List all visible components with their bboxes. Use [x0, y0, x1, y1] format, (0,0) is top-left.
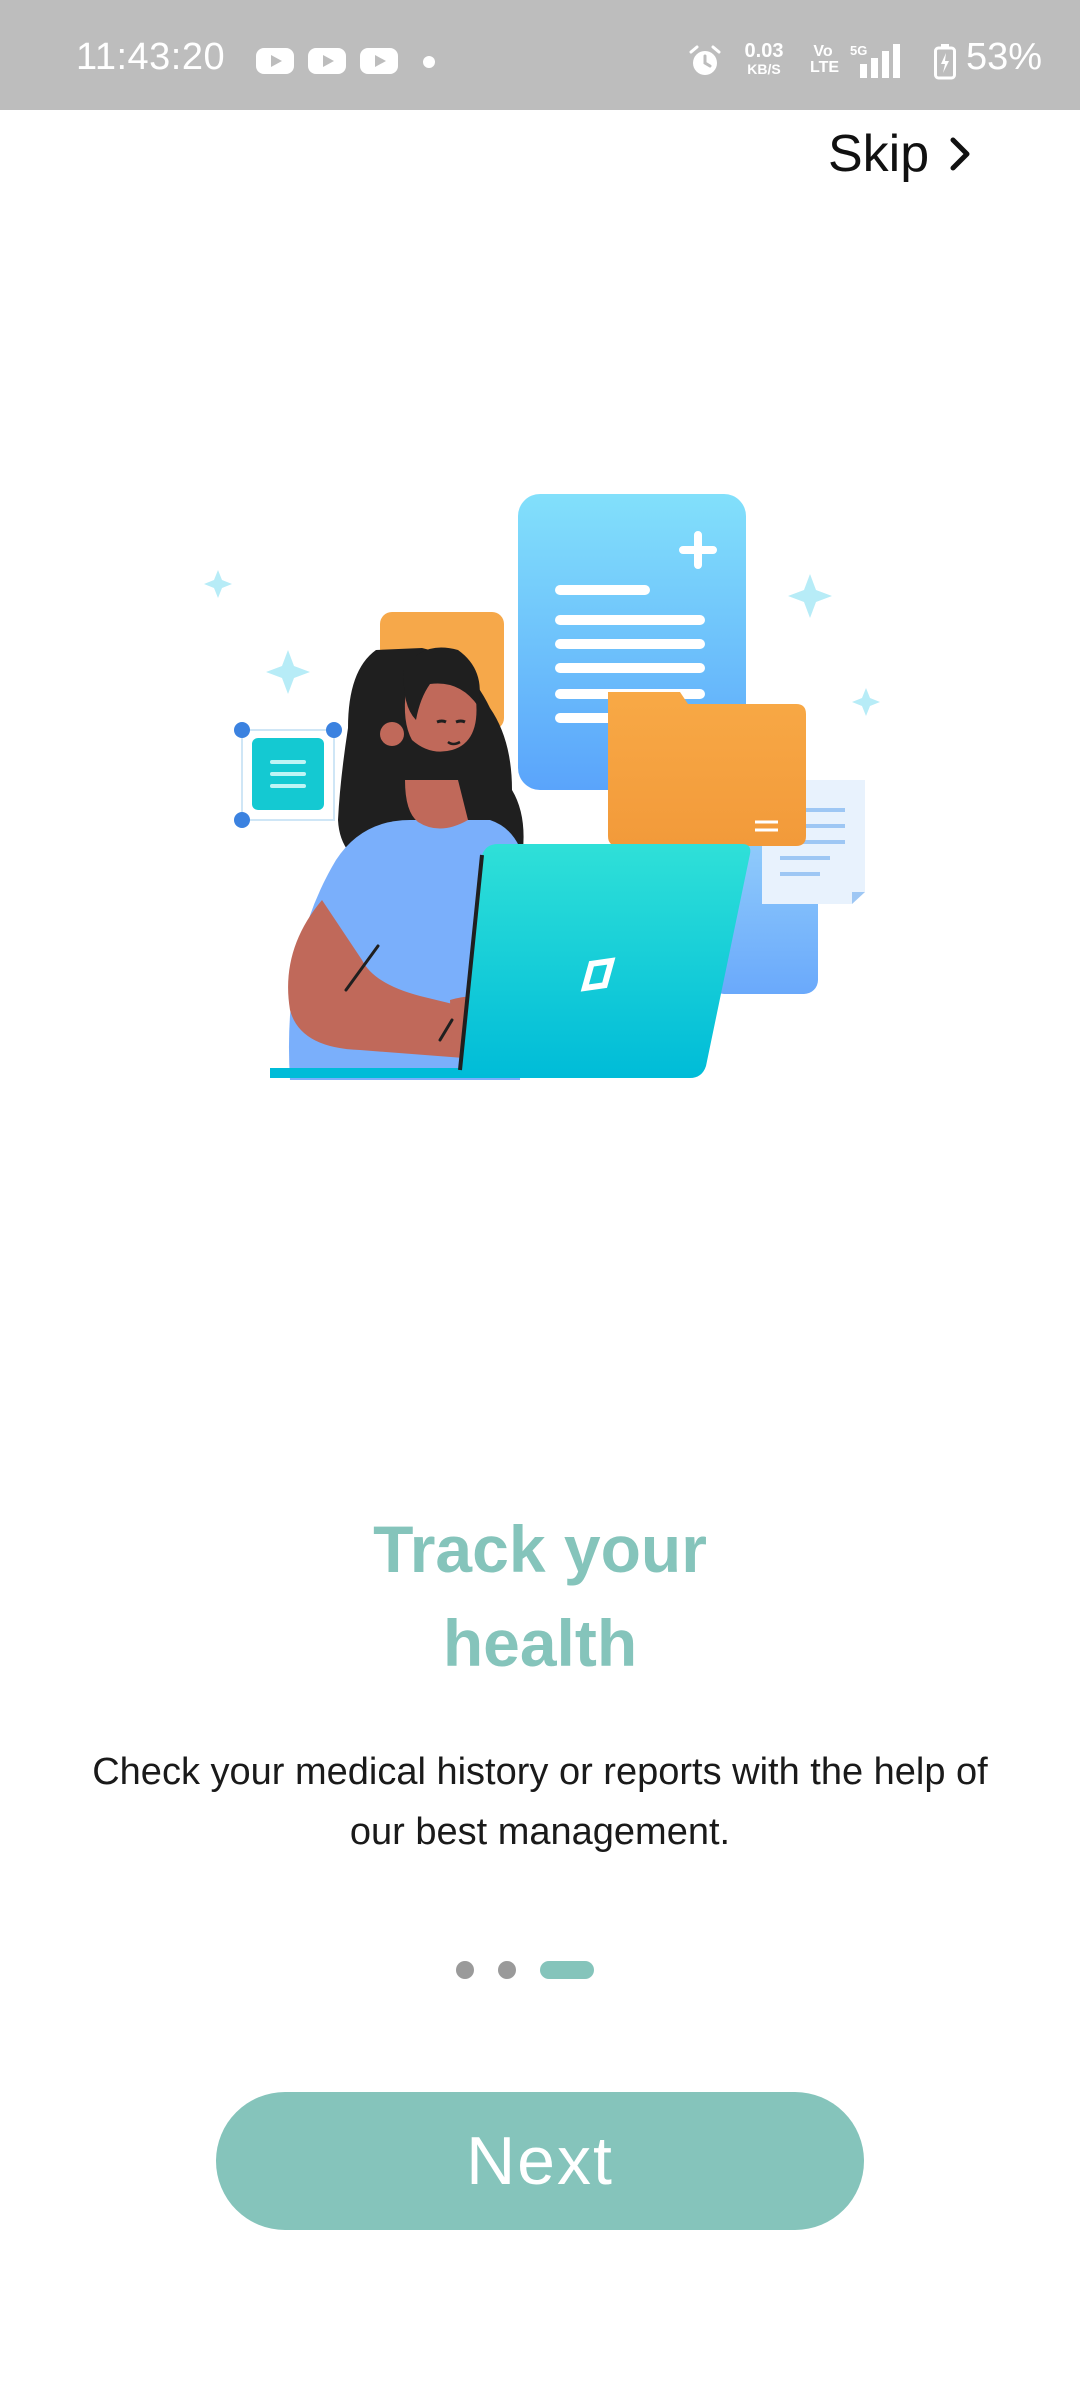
skip-button[interactable]: Skip [828, 124, 975, 184]
alarm-icon [689, 45, 721, 75]
title-line-1: Track your [373, 1512, 707, 1586]
next-button[interactable]: Next [216, 2092, 864, 2230]
more-notifications-icon [423, 56, 435, 68]
page-dot-2 [498, 1961, 516, 1979]
network-speed-value: 0.03 [744, 40, 784, 62]
battery-icon [934, 44, 956, 80]
volte-indicator: Vo LTE [810, 43, 840, 76]
youtube-notification-icon [308, 48, 346, 74]
skip-label: Skip [828, 125, 930, 183]
network-speed: 0.03 KB/S [736, 40, 792, 78]
onboarding-title: Track your health [0, 1502, 1080, 1690]
status-time: 11:43:20 [76, 36, 226, 78]
page-dot-1 [456, 1961, 474, 1979]
network-type-label: 5G [850, 43, 867, 58]
youtube-notification-icon [256, 48, 294, 74]
onboarding-illustration [204, 494, 880, 1080]
status-bar: 11:43:20 0.03 KB/S Vo LTE 5G 53% [0, 0, 1080, 110]
battery-percentage: 53% [966, 36, 1043, 78]
title-line-2: health [442, 1606, 638, 1680]
onboarding-description: Check your medical history or reports wi… [92, 1751, 988, 1853]
network-speed-unit: KB/S [747, 61, 781, 77]
page-dot-3-active [540, 1961, 594, 1979]
chevron-right-icon [950, 137, 970, 171]
youtube-notification-icon [360, 48, 398, 74]
page-indicator [456, 1960, 594, 1980]
signal-5g-icon: 5G [850, 43, 900, 78]
